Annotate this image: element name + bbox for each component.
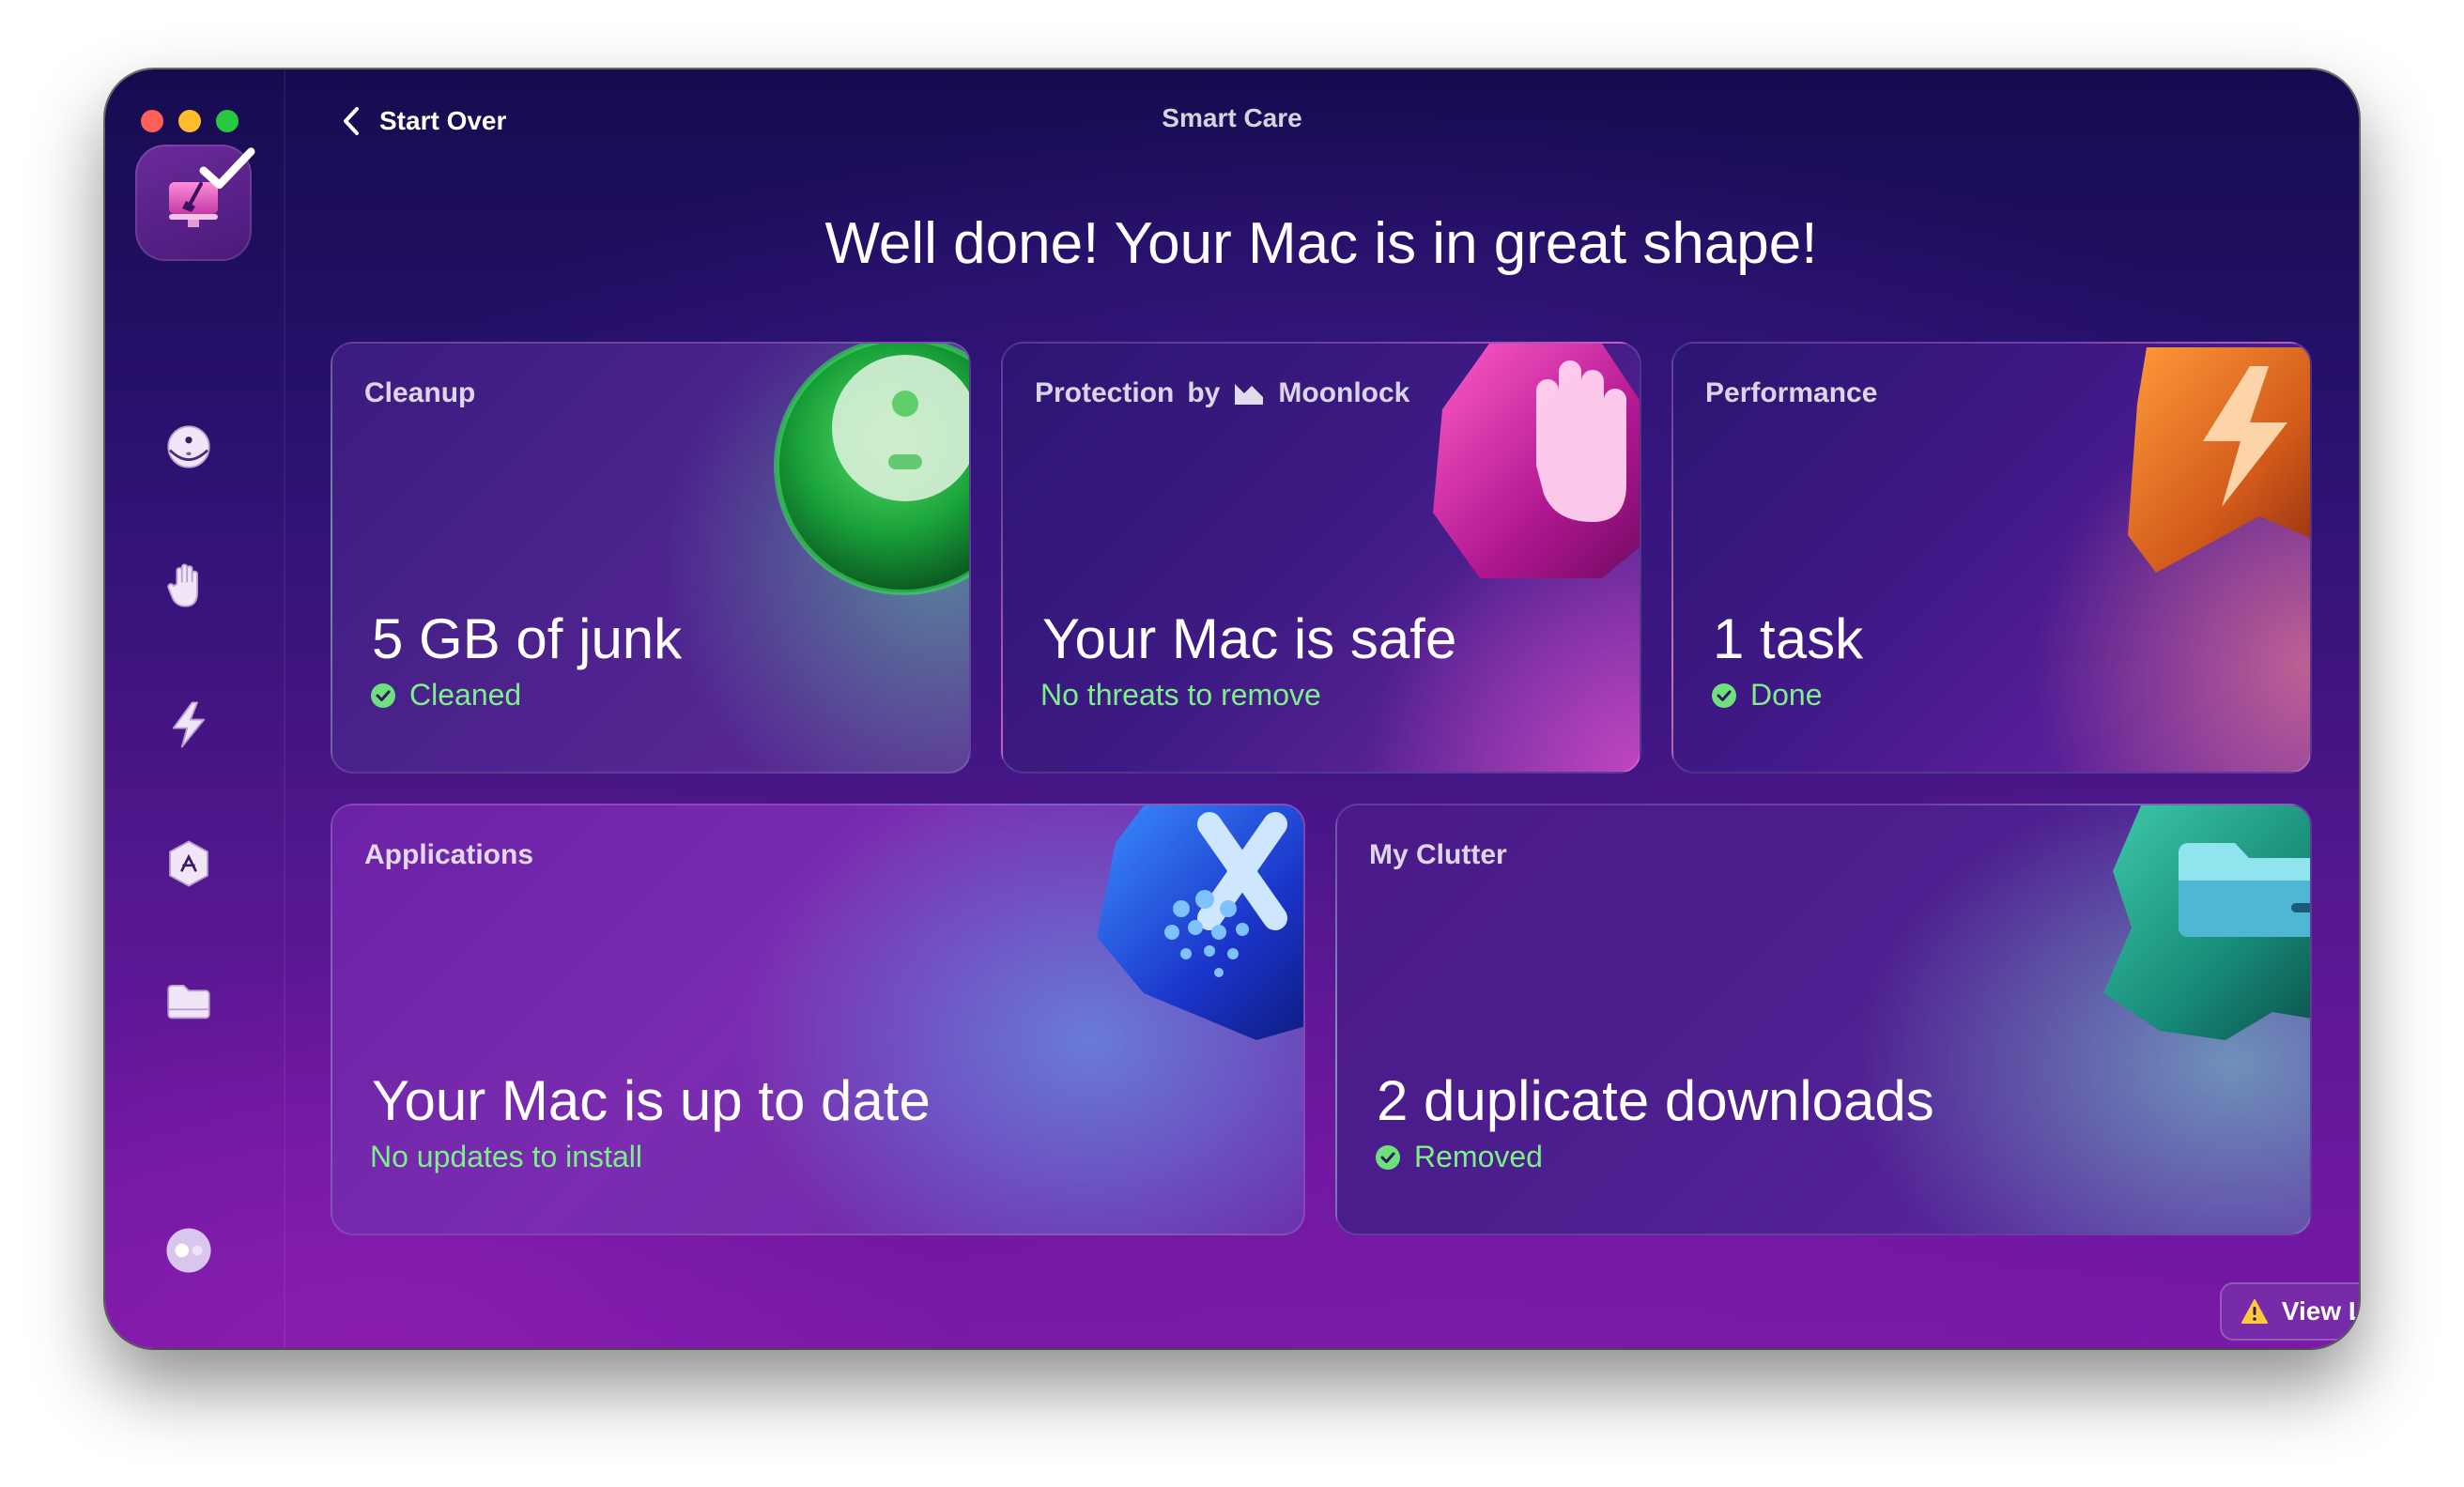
card-status-text: No threats to remove bbox=[1040, 678, 1321, 712]
sidebar-item-applications[interactable] bbox=[151, 826, 226, 901]
sidebar-item-smart-care[interactable] bbox=[135, 145, 255, 261]
cleanup-card[interactable]: Cleanup 5 GB of junk Cleaned bbox=[331, 342, 971, 774]
card-label: Performance bbox=[1705, 377, 1878, 408]
disc-icon bbox=[167, 425, 210, 468]
card-status: Done bbox=[1711, 678, 1823, 713]
assistant-orb-icon bbox=[166, 1228, 211, 1273]
card-status-text: Removed bbox=[1414, 1140, 1543, 1173]
blue-app-hexagon-icon bbox=[1097, 805, 1303, 1040]
protection-by-label: by bbox=[1187, 377, 1221, 408]
card-title: 1 task bbox=[1713, 607, 1864, 670]
completed-check-icon bbox=[199, 147, 255, 190]
card-status-text: Done bbox=[1750, 678, 1823, 712]
app-hexagon-icon bbox=[169, 840, 208, 887]
hand-icon bbox=[167, 563, 198, 607]
card-status: Removed bbox=[1375, 1140, 1543, 1174]
window-title: Smart Care bbox=[1162, 103, 1302, 132]
performance-card[interactable]: Performance 1 task Done bbox=[1671, 342, 2312, 774]
card-label: Applications bbox=[364, 839, 534, 870]
lightning-icon bbox=[172, 701, 206, 748]
sidebar bbox=[105, 69, 285, 1348]
view-log-label: View Log bbox=[2281, 1296, 2359, 1326]
check-circle-icon bbox=[1376, 1144, 1400, 1170]
assistant-button[interactable] bbox=[151, 1213, 226, 1288]
sidebar-item-performance[interactable] bbox=[151, 687, 226, 762]
card-label: Protection by Moonlock bbox=[1035, 377, 1409, 409]
sidebar-item-my-clutter[interactable] bbox=[151, 965, 226, 1040]
teal-folder-icon bbox=[2103, 805, 2310, 1040]
folder-icon bbox=[167, 984, 210, 1019]
card-status-text: Cleaned bbox=[409, 678, 522, 712]
check-circle-icon bbox=[371, 682, 395, 708]
moonlock-brand-label: Moonlock bbox=[1278, 377, 1410, 408]
sidebar-item-cleanup[interactable] bbox=[151, 409, 226, 484]
view-log-button[interactable]: View Log bbox=[2220, 1282, 2359, 1341]
card-status: Cleaned bbox=[370, 678, 521, 713]
card-status: No threats to remove bbox=[1040, 678, 1321, 713]
card-title: 5 GB of junk bbox=[372, 607, 683, 670]
applications-card[interactable]: Applications Your Mac is up to date No u… bbox=[331, 804, 1305, 1235]
app-window: Start Over Smart Care Well done! Your Ma… bbox=[105, 69, 2359, 1348]
card-status: No updates to install bbox=[370, 1140, 642, 1174]
sidebar-item-protection[interactable] bbox=[151, 548, 226, 623]
warning-triangle-icon bbox=[2241, 1299, 2268, 1324]
page-heading: Well done! Your Mac is in great shape! bbox=[824, 211, 1818, 276]
card-title: Your Mac is safe bbox=[1042, 607, 1457, 670]
check-circle-icon bbox=[1712, 682, 1736, 708]
my-clutter-card[interactable]: My Clutter 2 duplicate downloads Removed bbox=[1335, 804, 2312, 1235]
card-title: Your Mac is up to date bbox=[372, 1069, 931, 1132]
card-status-text: No updates to install bbox=[370, 1140, 642, 1173]
orange-lightning-icon bbox=[2128, 347, 2310, 573]
protection-label: Protection bbox=[1035, 377, 1175, 408]
card-label: Cleanup bbox=[364, 377, 476, 408]
pink-hand-hexagon-icon bbox=[1433, 344, 1640, 578]
card-title: 2 duplicate downloads bbox=[1377, 1069, 1934, 1132]
moonlock-logo-icon bbox=[1235, 384, 1264, 405]
protection-card[interactable]: Protection by Moonlock Your Mac is safe … bbox=[1001, 342, 1641, 774]
card-label: My Clutter bbox=[1369, 839, 1507, 870]
green-disc-icon bbox=[774, 344, 969, 595]
